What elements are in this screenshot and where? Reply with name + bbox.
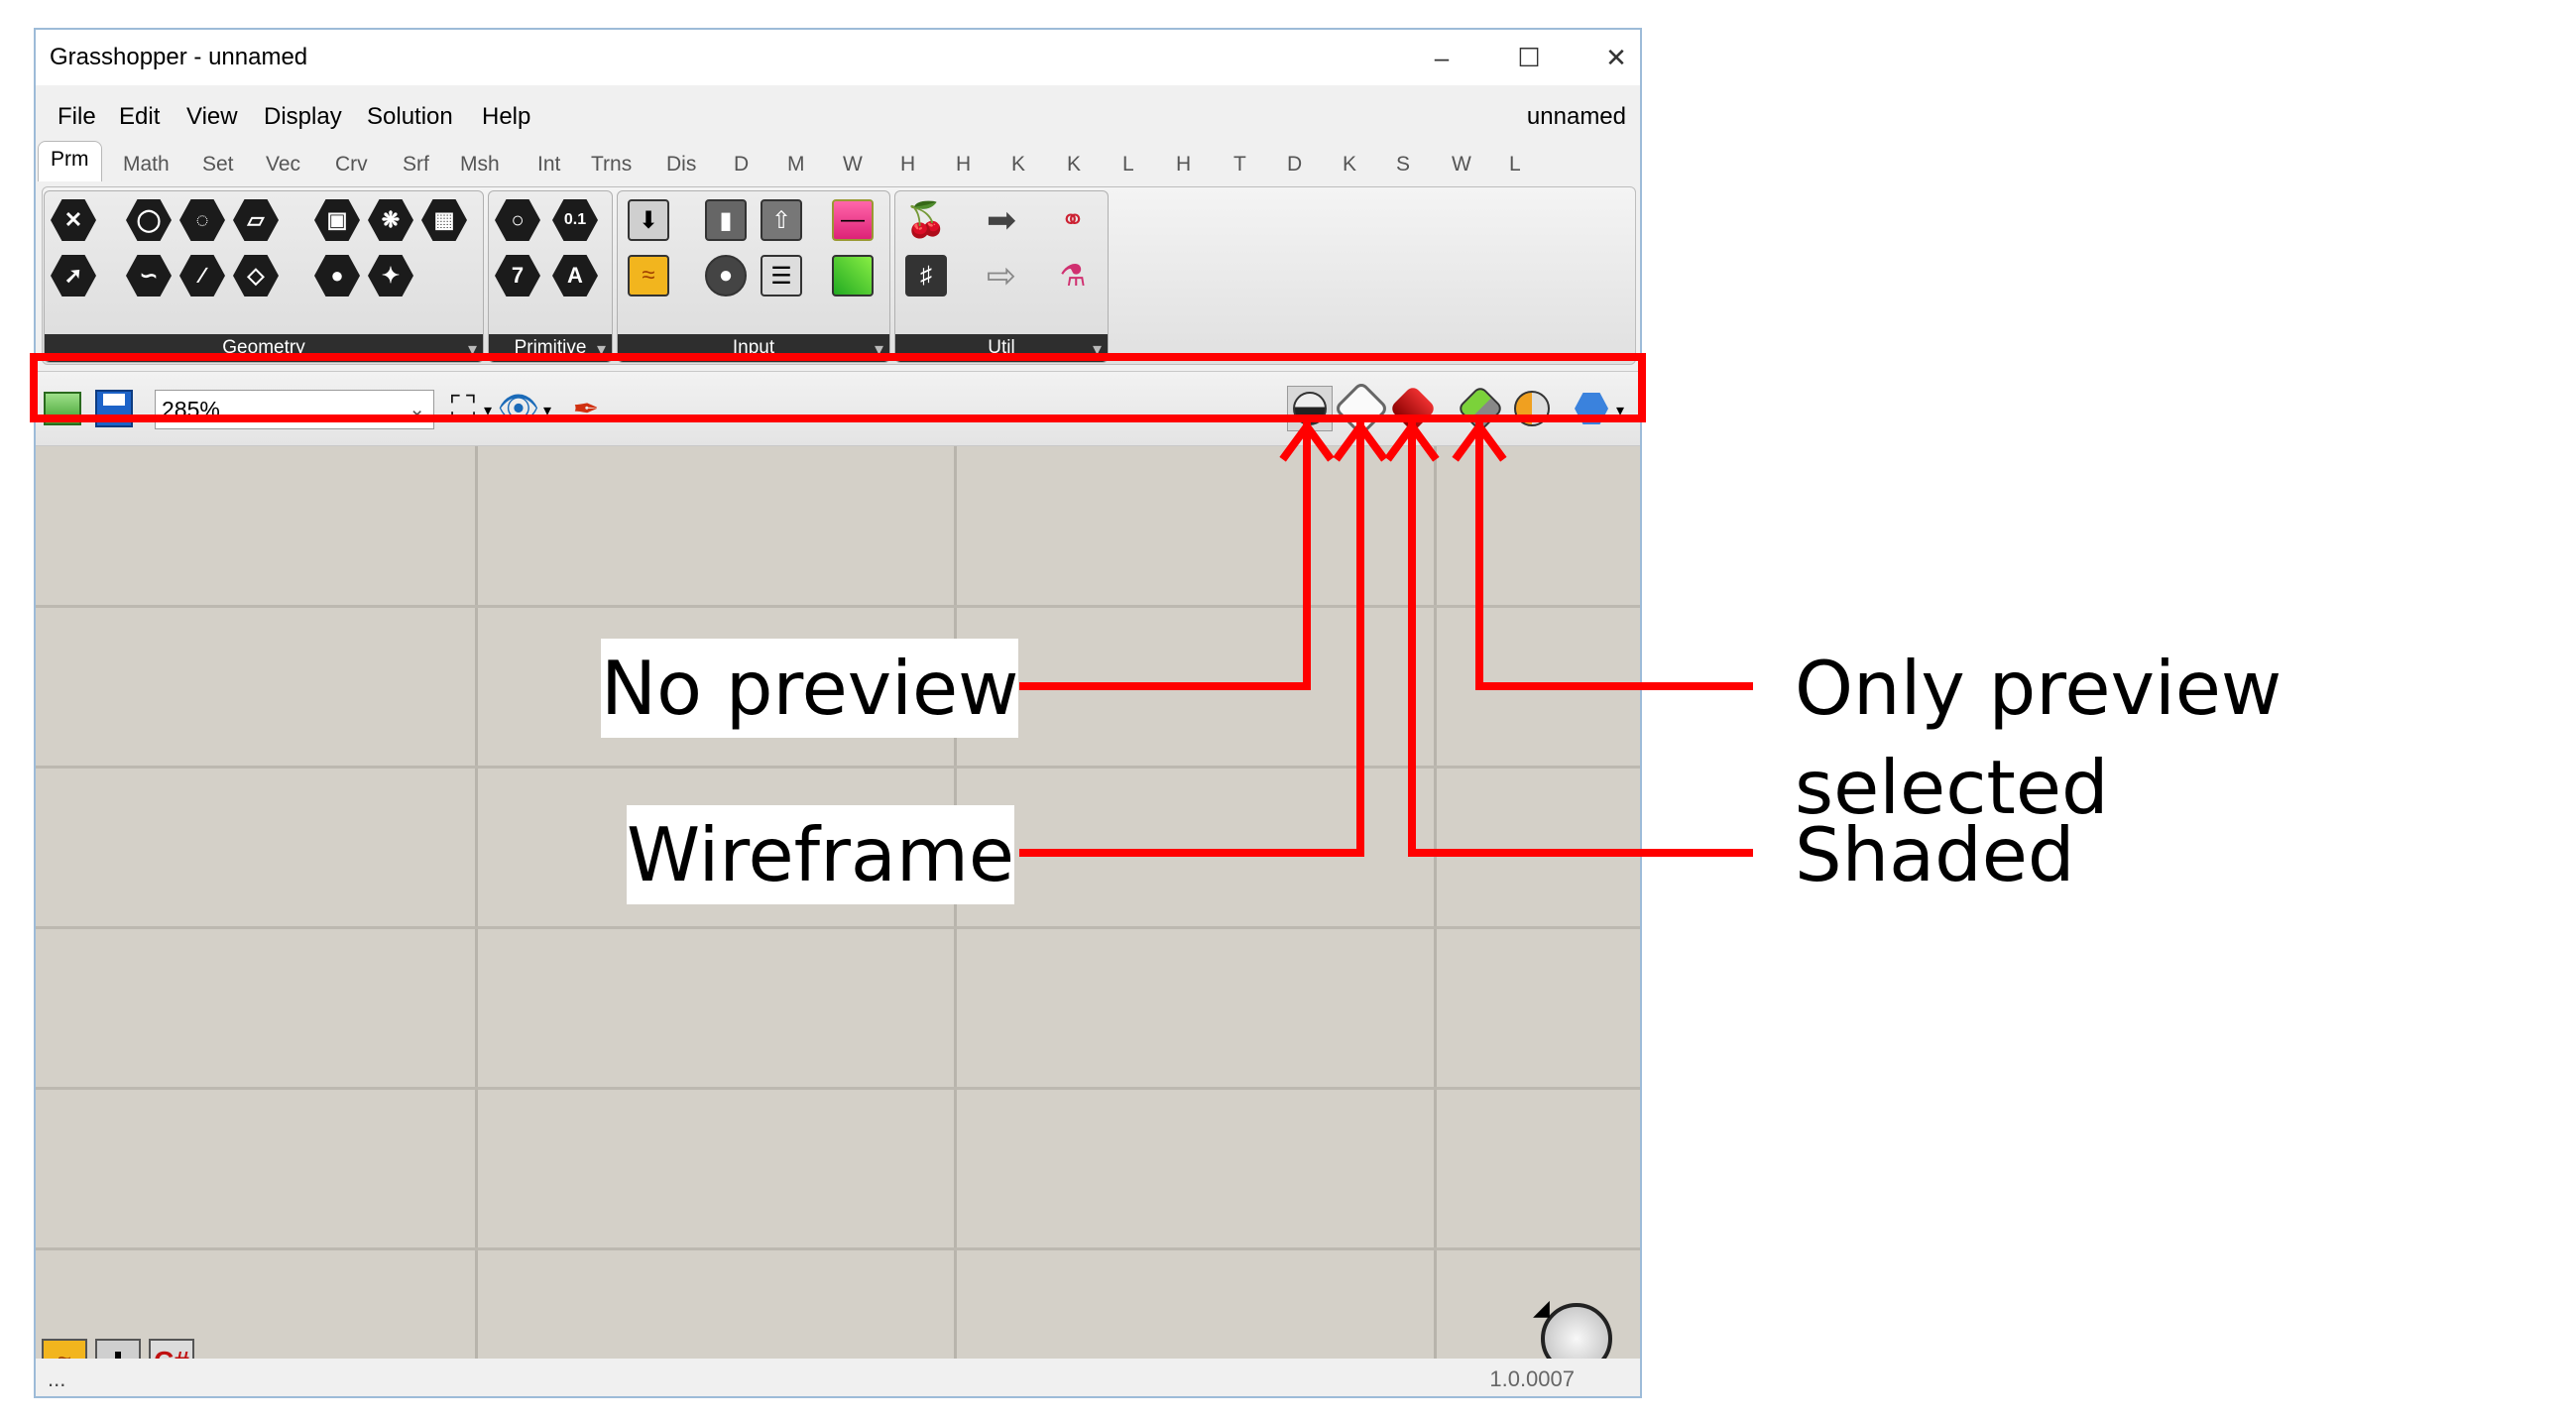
value-list-icon[interactable]: ☰ — [757, 253, 806, 298]
hollow-arrow-icon[interactable]: ⇨ — [977, 253, 1026, 298]
number-slider-icon[interactable]: ● — [701, 253, 751, 298]
tab-h-2[interactable]: H — [956, 153, 971, 177]
grid-line — [36, 926, 1640, 929]
curve-param-icon[interactable]: ∽ — [124, 253, 174, 298]
menu-help[interactable]: Help — [482, 103, 530, 131]
number-param-icon[interactable]: 0.1 — [550, 197, 600, 243]
csharp-widget-icon[interactable]: C# — [149, 1339, 194, 1361]
tab-d[interactable]: D — [734, 153, 749, 177]
grid-line — [475, 446, 478, 1361]
tab-vec[interactable]: Vec — [266, 153, 300, 177]
fitness-landscape-icon[interactable]: ⚭ — [1048, 197, 1098, 243]
tab-k-2[interactable]: K — [1067, 153, 1081, 177]
tab-set[interactable]: Set — [202, 153, 234, 177]
circle-param-icon[interactable]: ◯ — [124, 197, 174, 243]
grid-line — [36, 1247, 1640, 1250]
brep-param-icon[interactable]: ▣ — [312, 197, 362, 243]
ribbon-panel-input: ⬇ ▮ ⇧ — ≈ ● ☰ Input ▾ — [617, 190, 890, 363]
grid-line — [36, 766, 1640, 769]
tab-d-2[interactable]: D — [1287, 153, 1302, 177]
menu-display[interactable]: Display — [264, 103, 342, 131]
point-param-icon[interactable]: ● — [312, 253, 362, 298]
flask-icon[interactable]: ⚗ — [1048, 253, 1098, 298]
label-shaded: Shaded — [1795, 811, 2075, 898]
label-no-preview: No preview — [601, 639, 1019, 738]
canvas-widget-bar: ≈ ⬇ C# — [40, 1335, 218, 1361]
tab-m[interactable]: M — [787, 153, 805, 177]
tab-l[interactable]: L — [1122, 153, 1134, 177]
button-object-icon[interactable]: ⇧ — [757, 197, 806, 243]
menu-file[interactable]: File — [58, 103, 96, 131]
tab-k[interactable]: K — [1011, 153, 1025, 177]
line-param-icon[interactable]: ∕ — [177, 253, 227, 298]
label-wireframe: Wireframe — [627, 805, 1015, 904]
integer-param-glyph: 7 — [495, 255, 540, 296]
mesh-param-icon[interactable]: ❋ — [366, 197, 415, 243]
box-param-icon[interactable]: ▱ — [231, 197, 281, 243]
tab-srf[interactable]: Srf — [403, 153, 429, 177]
status-bar: ... 1.0.0007 — [36, 1359, 1640, 1396]
ribbon-panel-util: 🍒 ➡ ⚭ ♯ ⇨ ⚗ Util ▾ — [894, 190, 1109, 363]
text-param-glyph: A — [552, 255, 598, 296]
text-param-icon[interactable]: A — [550, 253, 600, 298]
version-label: 1.0.0007 — [1489, 1366, 1575, 1391]
circular-arc-param-icon[interactable]: ◌ — [177, 197, 227, 243]
cherry-picker-icon[interactable]: 🍒 — [901, 197, 951, 243]
document-name: unnamed — [1526, 103, 1626, 130]
integer-param-icon[interactable]: 7 — [493, 253, 542, 298]
tab-s[interactable]: S — [1396, 153, 1410, 177]
title-bar: Grasshopper - unnamed – ☐ ✕ — [36, 30, 1640, 85]
ribbon-panel-primitive: ○ 0.1 7 A Primitive ▾ — [488, 190, 613, 363]
tab-w-2[interactable]: W — [1452, 153, 1471, 177]
panel-widget-icon[interactable]: ≈ — [42, 1339, 87, 1361]
data-input-icon[interactable]: ⬇ — [624, 197, 673, 243]
tab-prm[interactable]: Prm — [38, 141, 102, 181]
number-param-glyph: 0.1 — [552, 199, 598, 241]
data-input-widget-icon[interactable]: ⬇ — [95, 1339, 141, 1361]
plane-param-icon[interactable]: ◇ — [231, 253, 281, 298]
relay-arrow-icon[interactable]: ➡ — [977, 197, 1026, 243]
geometry-param-icon[interactable]: ✕ — [49, 197, 98, 243]
colour-swatch-icon[interactable] — [828, 253, 878, 298]
data-dam-icon[interactable]: ♯ — [901, 253, 951, 298]
surface-param-icon[interactable]: ▦ — [419, 197, 469, 243]
grid-line — [36, 1087, 1640, 1090]
panel-object-icon[interactable]: ≈ — [624, 253, 673, 298]
tab-l-2[interactable]: L — [1509, 153, 1521, 177]
grid-line — [36, 605, 1640, 608]
menu-view[interactable]: View — [186, 103, 238, 131]
ribbon-panel-geometry: ✕ ◯ ◌ ▱ ▣ ❋ ▦ ➚ ∽ ∕ ◇ ● ✦ Geometry ▾ — [44, 190, 484, 363]
menu-edit[interactable]: Edit — [119, 103, 160, 131]
gradient-icon[interactable]: — — [828, 197, 878, 243]
toolbar-highlight-box — [30, 353, 1646, 422]
menu-solution[interactable]: Solution — [367, 103, 453, 131]
rectangle-param-icon[interactable]: ✦ — [366, 253, 415, 298]
tab-t[interactable]: T — [1233, 153, 1246, 177]
tab-h[interactable]: H — [900, 153, 915, 177]
window-title: Grasshopper - unnamed — [50, 44, 308, 70]
tab-msh[interactable]: Msh — [460, 153, 500, 177]
tab-crv[interactable]: Crv — [335, 153, 368, 177]
tab-trns[interactable]: Trns — [591, 153, 632, 177]
tab-int[interactable]: Int — [537, 153, 560, 177]
close-icon[interactable]: ✕ — [1588, 36, 1644, 79]
maximize-icon[interactable]: ☐ — [1501, 36, 1557, 79]
boolean-param-icon[interactable]: ○ — [493, 197, 542, 243]
minimize-icon[interactable]: – — [1414, 36, 1469, 79]
tab-dis[interactable]: Dis — [666, 153, 696, 177]
grid-line — [1434, 446, 1437, 1361]
tab-w[interactable]: W — [843, 153, 863, 177]
boolean-toggle-icon[interactable]: ▮ — [701, 197, 751, 243]
vector-param-icon[interactable]: ➚ — [49, 253, 98, 298]
tab-math[interactable]: Math — [123, 153, 170, 177]
tab-h-3[interactable]: H — [1176, 153, 1191, 177]
tab-k-3[interactable]: K — [1343, 153, 1356, 177]
canvas-compass-icon[interactable]: ◢ — [1533, 1295, 1618, 1361]
status-text: ... — [48, 1366, 66, 1391]
